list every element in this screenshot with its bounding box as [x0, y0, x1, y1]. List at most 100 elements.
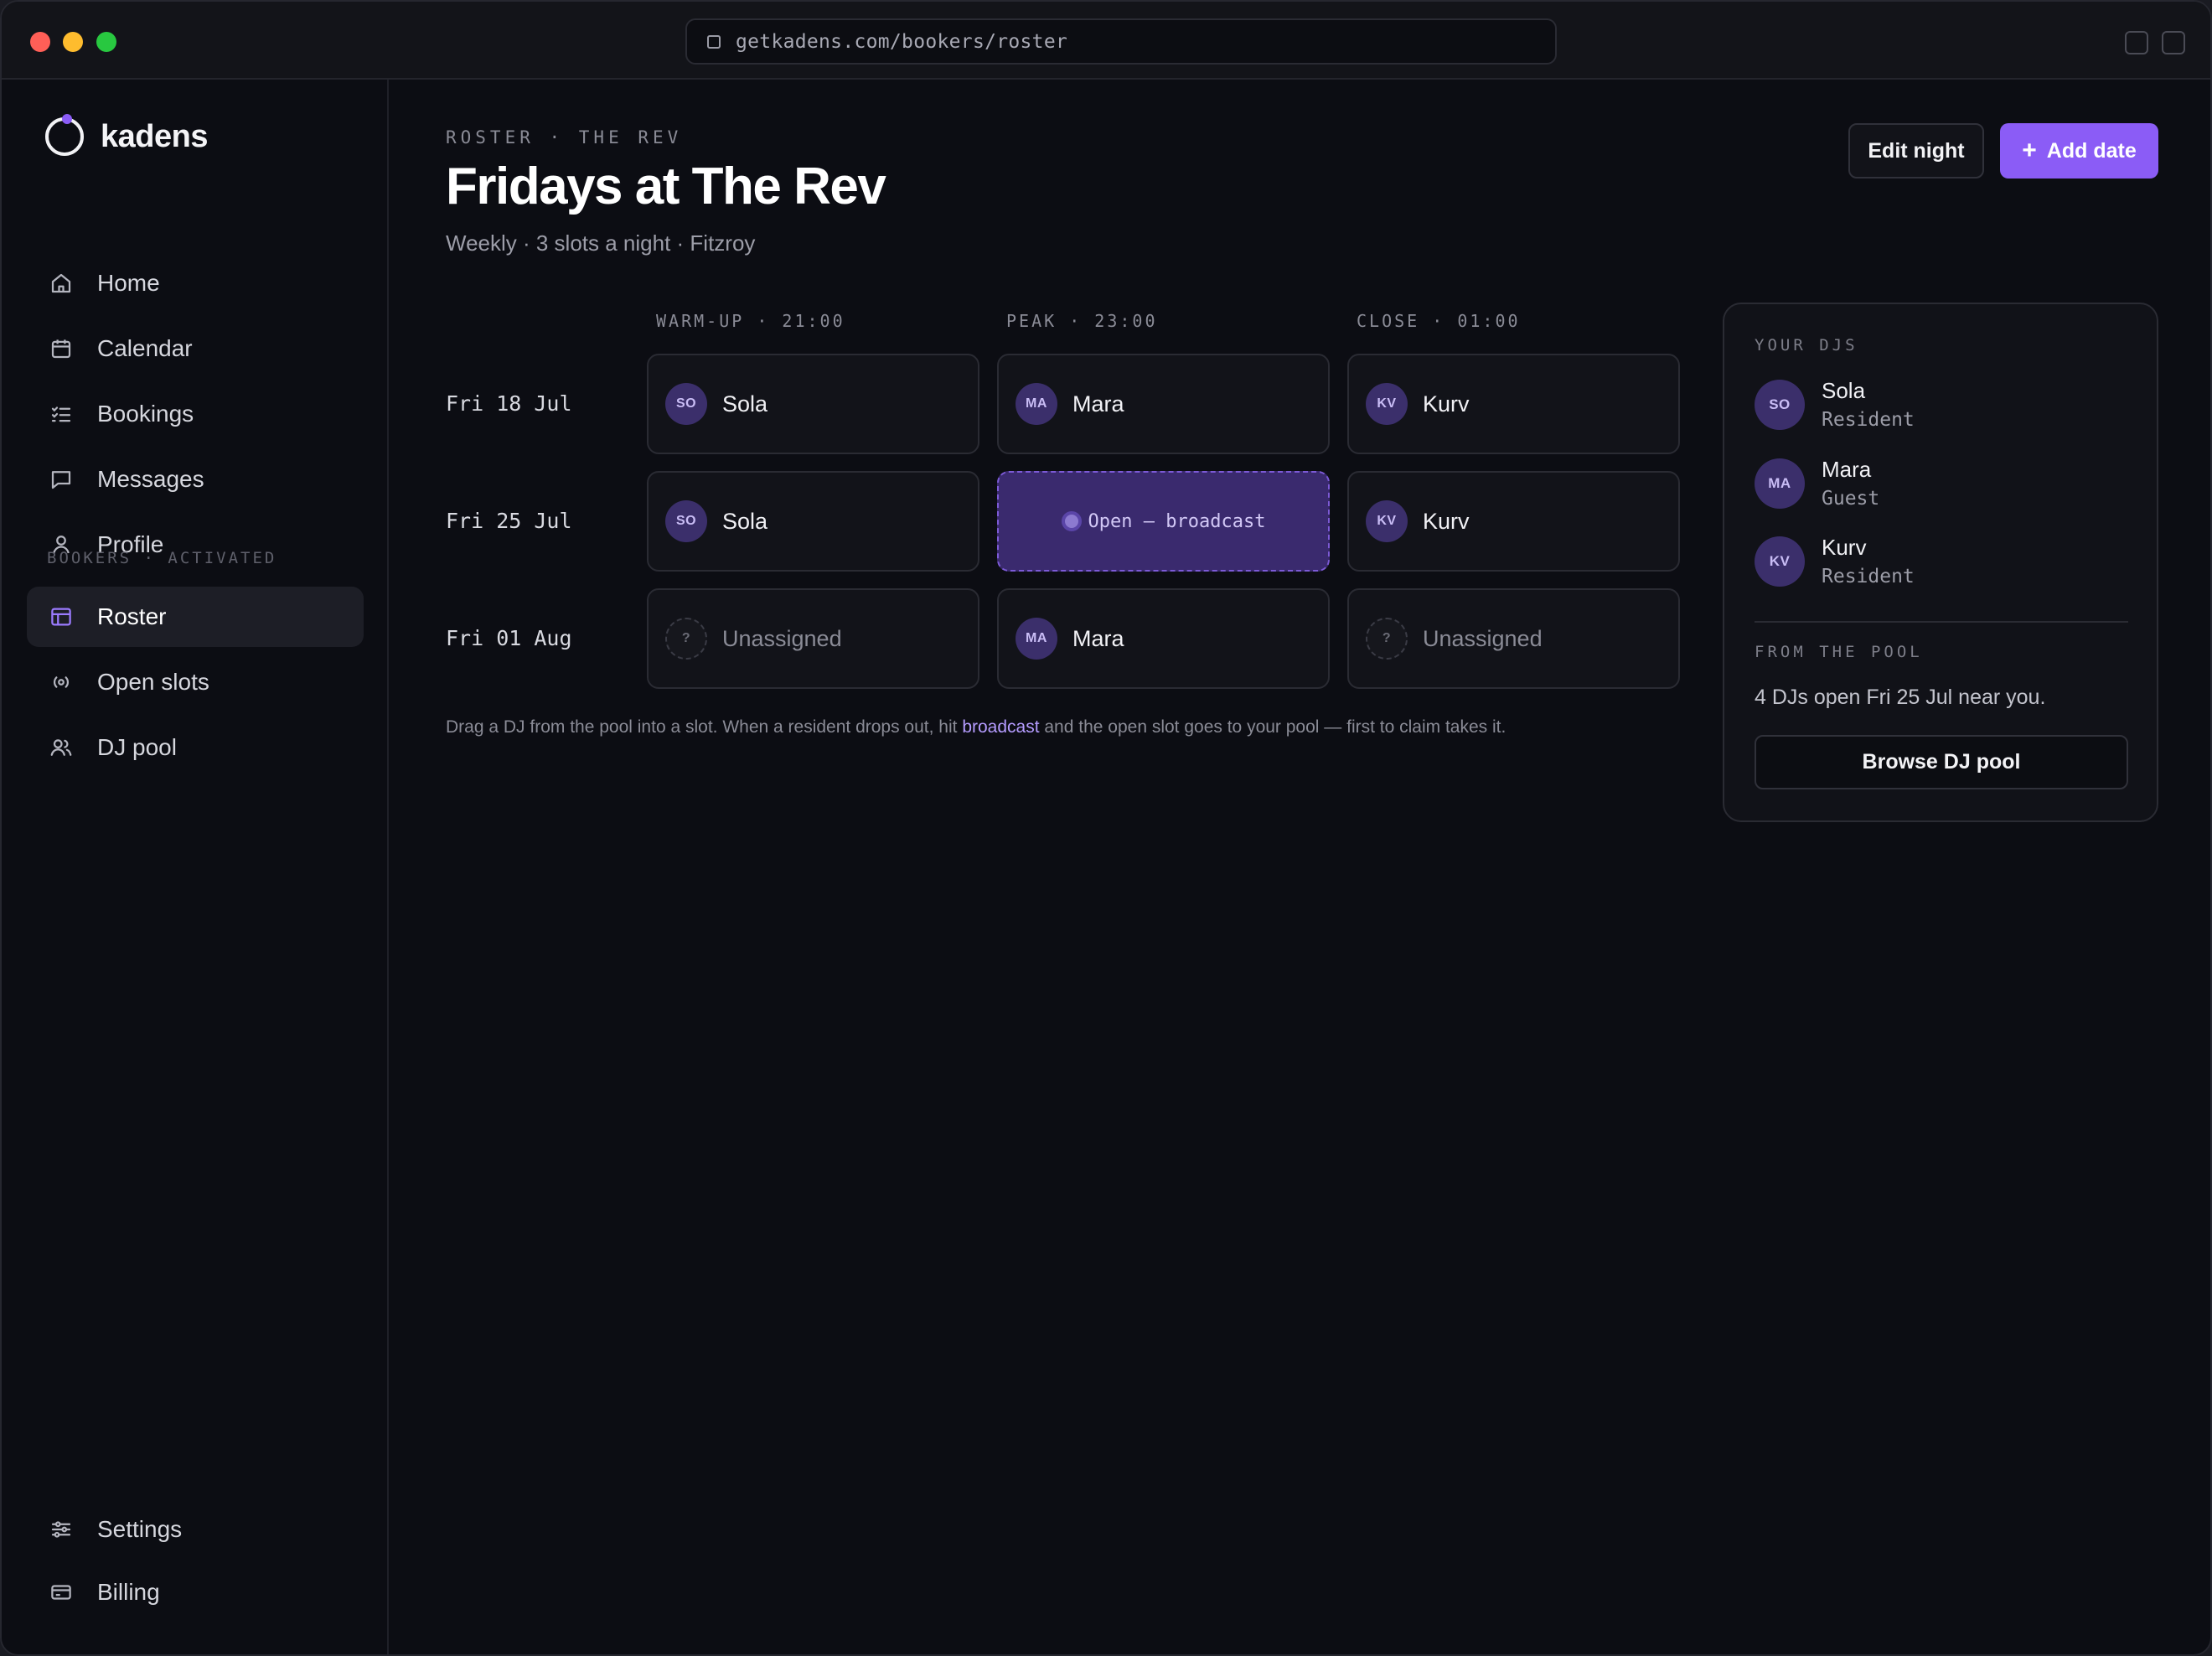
sidebar-item-settings[interactable]: Settings: [27, 1499, 364, 1560]
slot-dj-name: Mara: [1072, 391, 1124, 417]
slot-dj-name: Sola: [722, 391, 768, 417]
sidebar-item-label: Open slots: [97, 669, 209, 695]
avatar: SO: [1755, 379, 1805, 430]
avatar: SO: [665, 500, 707, 542]
broadcast-link[interactable]: broadcast: [962, 717, 1039, 737]
sidebar-item-dj-pool[interactable]: DJ pool: [27, 717, 364, 778]
sidebar-item-bookings[interactable]: Bookings: [27, 384, 364, 444]
slot-dj-name: Unassigned: [1423, 625, 1543, 651]
unassigned-slot[interactable]: ? Unassigned: [647, 588, 979, 689]
row-date: Fri 01 Aug: [446, 626, 572, 650]
pool-availability-text: 4 DJs open Fri 25 Jul near you.: [1755, 686, 2046, 709]
open-broadcast-slot[interactable]: Open — broadcast: [997, 471, 1330, 572]
add-date-label: Add date: [2046, 138, 2137, 163]
avatar: KV: [1366, 383, 1408, 425]
users-icon: [49, 735, 74, 760]
hint-text: and the open slot goes to your pool — fi…: [1039, 717, 1507, 737]
tab-overview-icon[interactable]: [2125, 31, 2148, 54]
plus-icon: +: [2022, 137, 2037, 164]
message-icon: [49, 467, 74, 492]
sidebar-item-open-slots[interactable]: Open slots: [27, 652, 364, 712]
browser-window: getkadens.com/bookers/roster kadens Home…: [0, 0, 2212, 1656]
sidebar-item-calendar[interactable]: Calendar: [27, 318, 364, 379]
sliders-icon: [49, 1517, 74, 1542]
list-icon: [49, 401, 74, 427]
slot-dj-name: Sola: [722, 508, 768, 534]
site-info-icon: [707, 34, 721, 49]
avatar: MA: [1016, 618, 1057, 660]
edit-night-button[interactable]: Edit night: [1848, 123, 1984, 179]
slot-dj-name: Unassigned: [722, 625, 842, 651]
row-date: Fri 25 Jul: [446, 509, 572, 533]
roster-slot[interactable]: SO Sola: [647, 471, 979, 572]
sidebar-item-label: Settings: [97, 1516, 183, 1542]
sidebar-item-label: Calendar: [97, 335, 193, 361]
hint-text: Drag a DJ from the pool into a slot. Whe…: [446, 717, 963, 737]
sidebar: kadens Home Calendar Bookings Messages P…: [2, 80, 389, 1654]
slot-dj-name: Kurv: [1423, 391, 1470, 417]
djs-panel: YOUR DJS SO Sola Resident MA Mara Guest …: [1723, 303, 2158, 822]
main-content: ROSTER · THE REV Fridays at The Rev Week…: [389, 80, 2210, 1654]
sidebar-item-roster[interactable]: Roster: [27, 587, 364, 647]
dj-name: Kurv: [1822, 535, 1867, 560]
dj-list-item[interactable]: MA Mara Guest: [1755, 457, 1879, 510]
dj-list-item[interactable]: KV Kurv Resident: [1755, 535, 1915, 587]
dj-role: Resident: [1822, 566, 1915, 587]
sidebar-item-label: Home: [97, 270, 160, 296]
add-date-button[interactable]: + Add date: [2000, 123, 2158, 179]
slot-dj-name: Kurv: [1423, 508, 1470, 534]
broadcast-dot-icon: [1061, 511, 1082, 531]
breadcrumb: ROSTER · THE REV: [446, 127, 683, 147]
home-icon: [49, 271, 74, 296]
dj-name: Mara: [1822, 457, 1872, 482]
browse-dj-pool-button[interactable]: Browse DJ pool: [1755, 735, 2128, 789]
calendar-icon: [49, 336, 74, 361]
avatar: MA: [1016, 383, 1057, 425]
url-text: getkadens.com/bookers/roster: [736, 30, 1068, 53]
roster-slot[interactable]: KV Kurv: [1347, 471, 1680, 572]
roster-slot[interactable]: KV Kurv: [1347, 354, 1680, 454]
dj-role: Guest: [1822, 488, 1880, 510]
sidebar-item-label: Roster: [97, 603, 167, 629]
dj-role: Resident: [1822, 409, 1915, 431]
roster-slot[interactable]: MA Mara: [997, 588, 1330, 689]
sidebar-item-messages[interactable]: Messages: [27, 449, 364, 510]
avatar: SO: [665, 383, 707, 425]
sidebar-item-label: Bookings: [97, 401, 194, 427]
close-window-button[interactable]: [30, 32, 50, 52]
slot-dj-name: Mara: [1072, 625, 1124, 651]
your-djs-label: YOUR DJS: [1755, 336, 1858, 354]
sidebar-item-billing[interactable]: Billing: [27, 1562, 364, 1622]
dj-list-item[interactable]: SO Sola Resident: [1755, 378, 1915, 431]
roster-slot[interactable]: MA Mara: [997, 354, 1330, 454]
column-header-close: CLOSE · 01:00: [1357, 311, 1521, 331]
roster-hint: Drag a DJ from the pool into a slot. Whe…: [446, 717, 1506, 737]
page-subtitle: Weekly · 3 slots a night · Fitzroy: [446, 230, 756, 256]
roster-icon: [49, 604, 74, 629]
maximize-window-button[interactable]: [96, 32, 116, 52]
sidebar-item-label: Billing: [97, 1579, 160, 1605]
roster-slot[interactable]: SO Sola: [647, 354, 979, 454]
sidebar-item-label: DJ pool: [97, 734, 177, 760]
title-bar: getkadens.com/bookers/roster: [2, 2, 2210, 80]
card-icon: [49, 1580, 74, 1605]
brand[interactable]: kadens: [45, 114, 208, 156]
unassigned-avatar: ?: [665, 618, 707, 660]
sidebar-item-home[interactable]: Home: [27, 253, 364, 313]
from-pool-label: FROM THE POOL: [1755, 643, 1923, 661]
broadcast-icon: [49, 670, 74, 695]
column-header-warmup: WARM-UP · 21:00: [656, 311, 845, 331]
kadens-logo-icon: [45, 114, 84, 156]
unassigned-avatar: ?: [1366, 618, 1408, 660]
address-bar[interactable]: getkadens.com/bookers/roster: [685, 18, 1557, 65]
sidebar-section-label: BOOKERS · ACTIVATED: [47, 549, 277, 567]
unassigned-slot[interactable]: ? Unassigned: [1347, 588, 1680, 689]
browse-dj-pool-label: Browse DJ pool: [1862, 750, 2021, 774]
avatar: KV: [1366, 500, 1408, 542]
panel-divider: [1755, 621, 2128, 623]
page-title: Fridays at The Rev: [446, 158, 886, 215]
dj-name: Sola: [1822, 378, 1866, 403]
sidebar-item-label: Messages: [97, 466, 204, 492]
sidebar-toggle-icon[interactable]: [2162, 31, 2185, 54]
minimize-window-button[interactable]: [63, 32, 83, 52]
